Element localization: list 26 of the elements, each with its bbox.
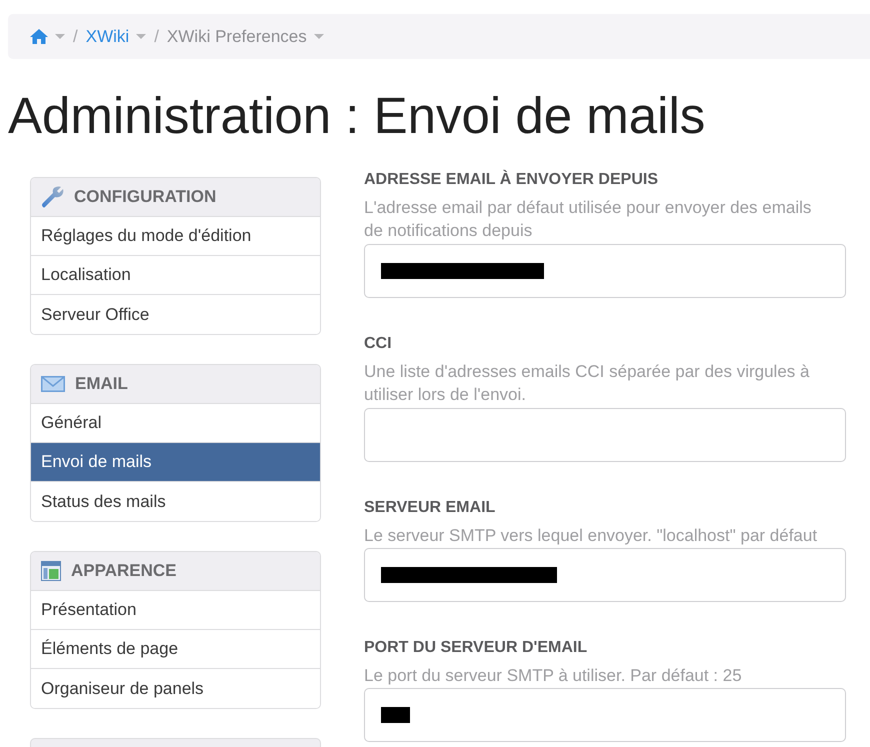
panel-title: EMAIL (75, 373, 128, 396)
breadcrumb-separator: / (154, 26, 159, 48)
field-hint: L'adresse email par défaut utilisée pour envoyer des emails de notifications depuis (364, 197, 812, 242)
field-label: ADRESSE EMAIL À ENVOYER DEPUIS (364, 169, 659, 190)
field-label: CCI (364, 334, 393, 354)
field-hint: Une liste d'adresses emails CCI séparée par des virgules à utiliser lors de l'envoi. (364, 361, 810, 406)
caret-icon[interactable] (314, 34, 324, 39)
layout-window-icon (41, 561, 61, 581)
field-label: PORT DU SERVEUR D'EMAIL (364, 638, 588, 658)
sidebar-item[interactable]: Envoi de mails (31, 443, 320, 482)
wrench-icon (41, 186, 64, 208)
caret-icon[interactable] (55, 34, 65, 39)
envelope-icon (41, 376, 65, 392)
text-input[interactable] (364, 244, 846, 298)
breadcrumb-separator: / (73, 26, 78, 48)
panel-title: APPARENCE (71, 560, 176, 582)
text-input[interactable] (364, 548, 846, 602)
text-input[interactable] (364, 408, 846, 462)
text-input[interactable] (364, 688, 846, 742)
field-hint: Le serveur SMTP vers lequel envoyer. "localhost" par défaut (364, 525, 818, 547)
field-label: SERVEUR EMAIL (364, 498, 496, 518)
panel-title: CONFIGURATION (74, 186, 216, 208)
home-icon[interactable] (30, 29, 48, 44)
field-hint: Le port du serveur SMTP à utiliser. Par défaut : 25 (364, 665, 743, 687)
caret-icon[interactable] (136, 34, 146, 39)
page-title: Administration : Envoi de mails (8, 87, 706, 145)
